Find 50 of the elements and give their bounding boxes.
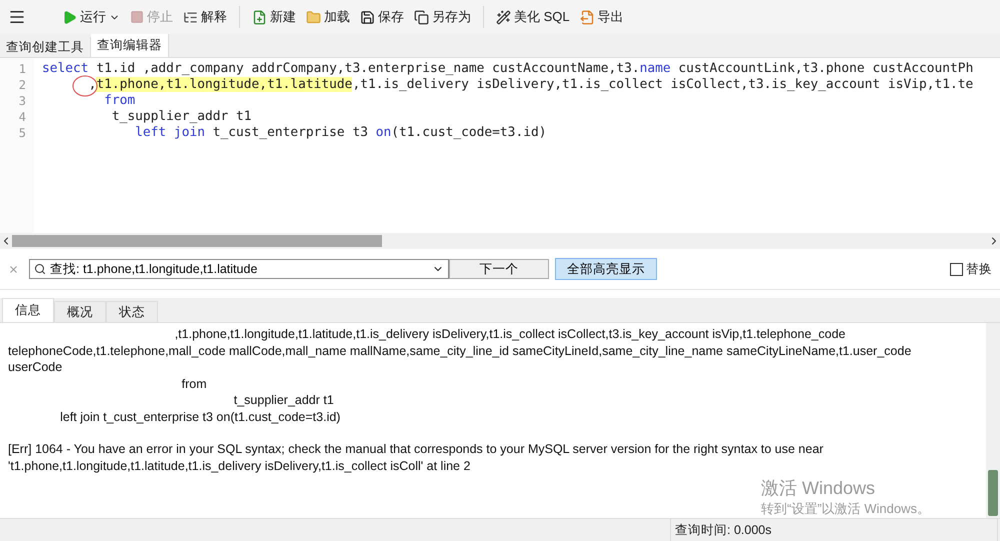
checkbox-icon[interactable] [950, 262, 963, 276]
replace-label: 替换 [966, 260, 992, 278]
code-line: select t1.id ,addr_company addrCompany,t3.enterprise_name custAccountName,t3.name custAccountLink,t3.phone custAccountPh [42, 61, 974, 77]
play-icon [62, 10, 77, 24]
toolbar-button[interactable]: 美化 SQL [492, 6, 574, 28]
code-line: ,t1.phone,t1.longitude,t1.latitude,t1.is_delivery isDelivery,t1.is_collect isCollect,t3.is_key_account isVip,t1.te [88, 77, 974, 93]
close-icon[interactable] [8, 264, 19, 274]
tab[interactable]: 查询编辑器 [91, 34, 169, 57]
activation-text: 转到“设置”以激活 Windows。 [760, 500, 930, 518]
code-line: t_supplier_addr t1 [110, 109, 252, 125]
message-text: from [180, 376, 208, 392]
annotation-circle [72, 75, 98, 97]
activation-title: 激活 Windows [760, 477, 876, 500]
toolbar-button[interactable]: 解释 [179, 6, 231, 28]
line-number: 4 [18, 109, 27, 125]
query-time: 查询时间: 0.000s [671, 519, 998, 541]
scrollbar-thumb[interactable] [12, 235, 382, 247]
stop-icon [130, 10, 144, 24]
tab[interactable]: 概况 [54, 301, 106, 322]
error-message: [Err] 1064 - You have an error in your SQL syntax; check the manual that corresponds to your MySQL server version for the right syntax to use near 't1.phone,t1.longitude,t1.latitude,t1.is_delivery isDelivery,t1.is_collect isColl' at line 2 [8, 441, 824, 474]
search-icon [34, 263, 46, 275]
menu-icon[interactable] [8, 8, 26, 26]
tab[interactable]: 状态 [106, 301, 158, 322]
toolbar-button[interactable]: 导出 [576, 6, 628, 28]
export-icon [580, 10, 595, 24]
line-number: 1 [18, 61, 27, 77]
code-line: from [103, 93, 136, 109]
toolbar-button[interactable]: 加载 [302, 6, 354, 28]
highlight-all-button[interactable]: 全部高亮显示 [555, 258, 657, 280]
search-field[interactable]: 查找: t1.phone,t1.longitude,t1.latitude [29, 259, 449, 279]
copy-icon [414, 10, 429, 24]
toolbar-button[interactable]: 另存为 [410, 6, 475, 28]
message-text: t_supplier_addr t1 [232, 392, 335, 408]
toolbar-button[interactable]: 保存 [356, 6, 408, 28]
toolbar-button[interactable]: 新建 [248, 6, 300, 28]
code-line: left join t_cust_enterprise t3 on(t1.cust_code=t3.id) [134, 125, 546, 141]
tab[interactable]: 信息 [2, 298, 54, 322]
line-number: 2 [18, 77, 27, 93]
folder-icon [306, 10, 321, 24]
list-icon [183, 10, 198, 24]
line-number: 3 [18, 93, 27, 109]
line-number: 5 [18, 125, 27, 141]
replace-checkbox[interactable]: 替换 [950, 260, 992, 278]
scrollbar-thumb[interactable] [988, 470, 998, 516]
new-file-icon [252, 10, 267, 24]
next-button[interactable]: 下一个 [449, 259, 549, 279]
toolbar-button[interactable]: 运行 [58, 6, 124, 28]
save-icon [360, 10, 375, 24]
wand-icon [496, 10, 511, 24]
message-text: left join t_cust_enterprise t3 on(t1.cust_code=t3.id) [59, 408, 342, 425]
